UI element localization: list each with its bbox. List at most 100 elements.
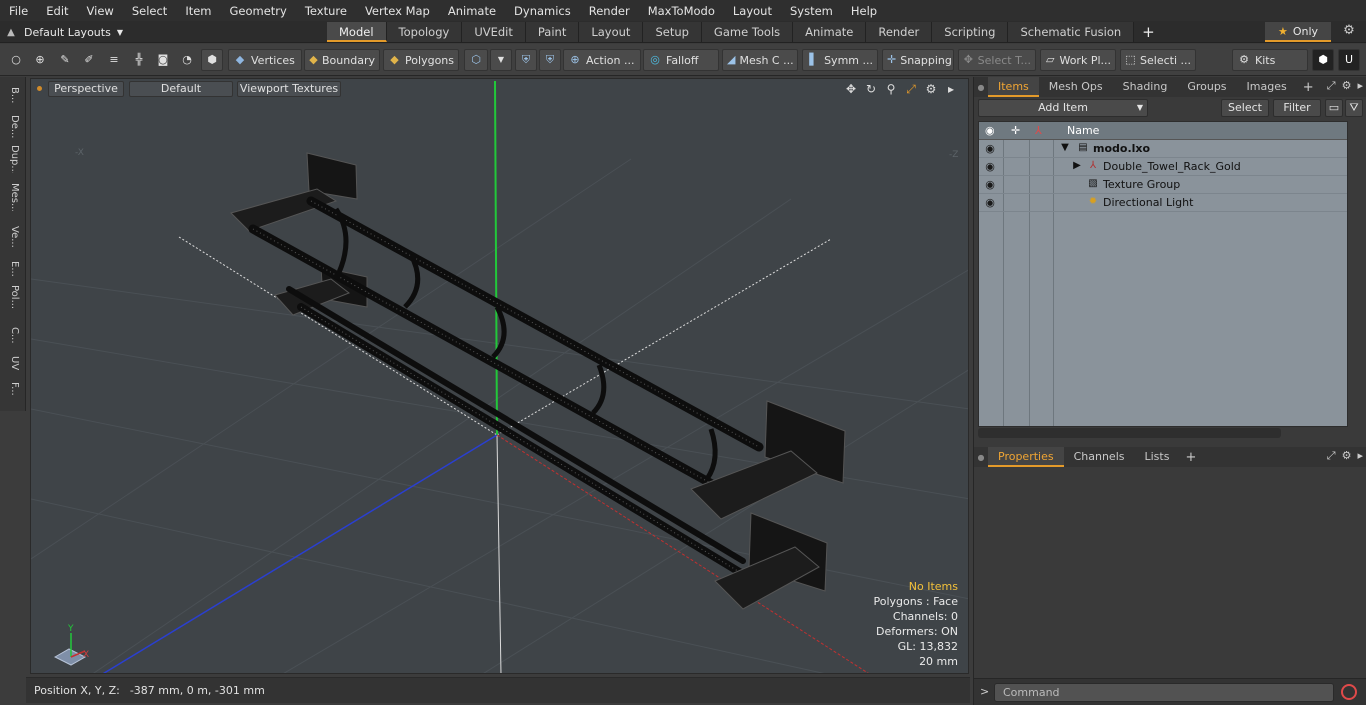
- menu-texture[interactable]: Texture: [296, 4, 356, 18]
- left-tab-fusion[interactable]: F...: [4, 375, 20, 403]
- tab-topology[interactable]: Topology: [386, 22, 463, 42]
- tree-horizontal-scrollbar[interactable]: [978, 428, 1281, 438]
- snap-grid-icon[interactable]: ╬: [129, 49, 149, 71]
- left-tab-curve[interactable]: C...: [4, 321, 20, 349]
- tree-row-texture-group[interactable]: ◉ ▧ Texture Group: [979, 176, 1347, 194]
- eye-icon[interactable]: ◉: [983, 178, 997, 192]
- pen-icon[interactable]: ✎: [55, 49, 75, 71]
- expand-icon[interactable]: ⤢: [1327, 449, 1336, 463]
- tab-schematic-fusion[interactable]: Schematic Fusion: [1008, 22, 1135, 42]
- menu-vertex-map[interactable]: Vertex Map: [356, 4, 439, 18]
- left-tab-polygon[interactable]: Pol...: [4, 283, 20, 311]
- collapse-icon[interactable]: ▭: [1325, 99, 1343, 117]
- material-mode-icon[interactable]: ⬡: [464, 49, 488, 71]
- falloff-button[interactable]: ◎ Falloff: [643, 49, 719, 71]
- menu-animate[interactable]: Animate: [439, 4, 505, 18]
- snapping-button[interactable]: ✛ Snapping: [882, 49, 954, 71]
- select-button[interactable]: Select: [1221, 99, 1269, 117]
- left-tab-edge[interactable]: E...: [4, 255, 20, 283]
- align-icon[interactable]: ≡: [104, 49, 124, 71]
- record-icon[interactable]: [1341, 684, 1357, 700]
- 3d-viewport[interactable]: -X -Z Y X Perspective Default Viewport T…: [30, 78, 969, 674]
- add-tab-icon[interactable]: +: [1134, 22, 1163, 42]
- menu-select[interactable]: Select: [123, 4, 176, 18]
- item-mode-icon[interactable]: ⬢: [201, 49, 223, 71]
- zoom-view-icon[interactable]: ⚲: [884, 82, 898, 97]
- layout-selector[interactable]: ▲ Default Layouts ▼: [4, 24, 123, 40]
- left-tab-duplicate[interactable]: Dup...: [4, 145, 20, 173]
- tab-properties[interactable]: Properties: [988, 447, 1064, 467]
- menu-layout[interactable]: Layout: [724, 4, 781, 18]
- gear-icon[interactable]: ⚙: [1342, 449, 1352, 463]
- polygons-button[interactable]: ◆ Polygons: [383, 49, 459, 71]
- tab-uvedit[interactable]: UVEdit: [462, 22, 526, 42]
- tab-items[interactable]: Items: [988, 77, 1039, 97]
- rotate-view-icon[interactable]: ↻: [864, 82, 878, 97]
- tab-game-tools[interactable]: Game Tools: [701, 22, 794, 42]
- lock-icon[interactable]: ✛: [1011, 124, 1020, 137]
- view-mode-button[interactable]: Perspective: [48, 81, 124, 97]
- filter-button[interactable]: Filter: [1273, 99, 1321, 117]
- menu-render[interactable]: Render: [580, 4, 639, 18]
- unreal-icon[interactable]: U: [1338, 49, 1360, 71]
- tab-scripting[interactable]: Scripting: [932, 22, 1009, 42]
- menu-edit[interactable]: Edit: [37, 4, 77, 18]
- play-icon[interactable]: ▸: [1357, 449, 1363, 463]
- boundary-button[interactable]: ◆ Boundary: [304, 49, 380, 71]
- select-circle-icon[interactable]: ○: [6, 49, 26, 71]
- expand-icon[interactable]: ⤢: [1327, 79, 1336, 93]
- menu-item[interactable]: Item: [176, 4, 220, 18]
- work-plane-button[interactable]: ▱ Work Pl...: [1040, 49, 1116, 71]
- visibility-shield-icon[interactable]: ⛨: [539, 49, 561, 71]
- panel-menu-icon[interactable]: ●: [974, 83, 988, 92]
- menu-dynamics[interactable]: Dynamics: [505, 4, 580, 18]
- kits-button[interactable]: ⚙ Kits: [1232, 49, 1308, 71]
- menu-file[interactable]: File: [0, 4, 37, 18]
- panel-menu-icon[interactable]: ●: [974, 453, 988, 462]
- only-toggle-button[interactable]: ★ Only: [1265, 22, 1331, 42]
- play-icon[interactable]: ▸: [1357, 79, 1363, 93]
- expand-arrow-icon[interactable]: ▶: [1071, 160, 1083, 172]
- left-tab-uv[interactable]: UV: [4, 349, 20, 377]
- left-tab-basic[interactable]: B...: [4, 81, 20, 109]
- select-through-button[interactable]: ✥ Select T...: [958, 49, 1036, 71]
- symmetry-shield-icon[interactable]: ⛨: [515, 49, 537, 71]
- globe-icon[interactable]: ⊕: [30, 49, 50, 71]
- tab-images[interactable]: Images: [1237, 77, 1297, 97]
- viewport-textures-button[interactable]: Viewport Textures: [237, 81, 341, 97]
- move-view-icon[interactable]: ✥: [844, 82, 858, 97]
- render-icon[interactable]: ⅄: [1035, 124, 1042, 137]
- menu-maxtomodo[interactable]: MaxToModo: [639, 4, 724, 18]
- eye-icon[interactable]: ◉: [985, 124, 995, 137]
- maximize-view-icon[interactable]: ⤢: [904, 82, 918, 97]
- command-history-icon[interactable]: >: [980, 685, 989, 698]
- mesh-constraint-button[interactable]: ◢ Mesh C ...: [722, 49, 798, 71]
- brush-icon[interactable]: ✐: [79, 49, 99, 71]
- chevron-down-icon[interactable]: ▼: [490, 49, 512, 71]
- menu-help[interactable]: Help: [842, 4, 886, 18]
- add-panel-tab-icon[interactable]: +: [1179, 450, 1202, 465]
- viewport-menu-dot[interactable]: [37, 86, 42, 91]
- eye-icon[interactable]: ◉: [983, 142, 997, 156]
- viewport-scene[interactable]: -X -Z Y X: [31, 79, 969, 674]
- column-name-header[interactable]: Name: [1067, 124, 1099, 137]
- eye-icon[interactable]: ◉: [983, 196, 997, 210]
- tab-animate[interactable]: Animate: [793, 22, 867, 42]
- vertices-button[interactable]: ◆ Vertices: [228, 49, 302, 71]
- gear-icon[interactable]: ⚙: [1340, 23, 1358, 41]
- tab-groups[interactable]: Groups: [1177, 77, 1236, 97]
- tab-paint[interactable]: Paint: [525, 22, 580, 42]
- left-tab-vertex[interactable]: Ve...: [4, 223, 20, 251]
- timer-icon[interactable]: ◔: [177, 49, 197, 71]
- command-input[interactable]: Command: [994, 683, 1334, 702]
- tab-lists[interactable]: Lists: [1135, 447, 1180, 467]
- funnel-icon[interactable]: ⛛: [1345, 99, 1363, 117]
- tree-row-scene[interactable]: ◉ ▼ ▤ modo.lxo: [979, 140, 1347, 158]
- gear-icon[interactable]: ⚙: [924, 82, 938, 97]
- tab-setup[interactable]: Setup: [643, 22, 702, 42]
- gear-icon[interactable]: ⚙: [1342, 79, 1352, 93]
- left-tab-deform[interactable]: De...: [4, 113, 20, 141]
- layout-home-icon[interactable]: ▲: [4, 27, 18, 38]
- tab-render[interactable]: Render: [866, 22, 933, 42]
- play-icon[interactable]: ▸: [944, 82, 958, 97]
